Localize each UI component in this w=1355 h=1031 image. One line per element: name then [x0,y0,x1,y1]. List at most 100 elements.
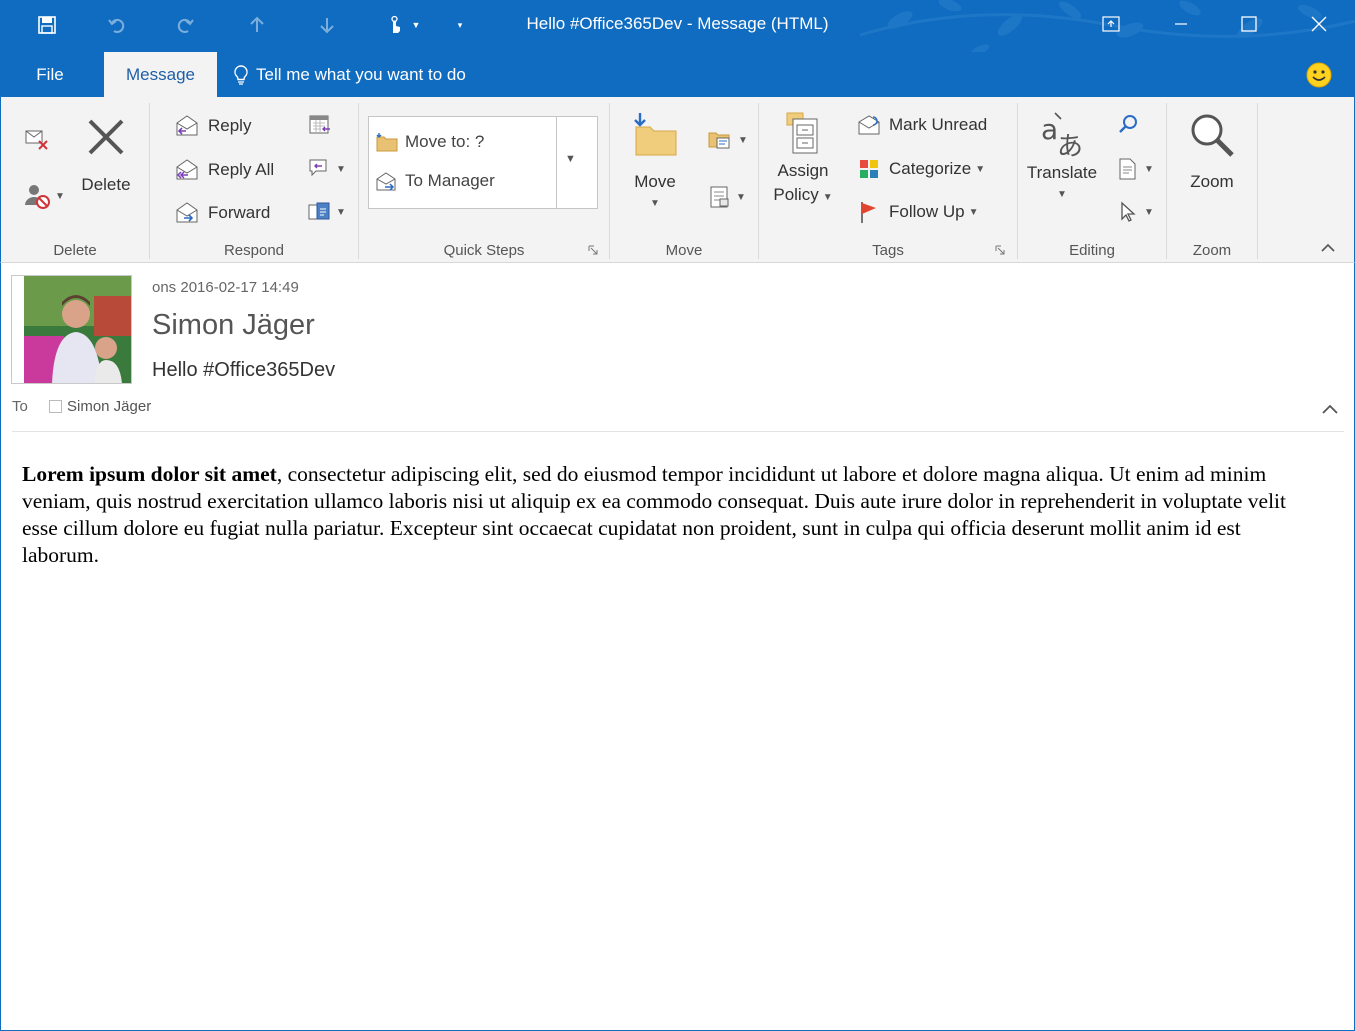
reply-all-label: Reply All [208,160,275,179]
body-paragraph: Lorem ipsum dolor sit amet, consectetur … [22,461,1322,569]
translate-icon: aあ [1041,112,1083,159]
mail-forward-icon [376,172,396,191]
follow-up-button[interactable]: Follow Up ▼ [857,200,979,224]
reply-all-icon [176,159,198,180]
group-delete: ▼ Delete Delete [1,97,149,263]
ignore-button[interactable] [23,125,51,153]
chevron-down-icon: ▼ [55,190,65,202]
reply-all-button[interactable]: Reply All [174,157,274,183]
flag-icon [861,202,876,223]
window-title: Hello #Office365Dev - Message (HTML) [526,14,829,33]
maximize-icon[interactable] [1226,0,1272,48]
tab-file[interactable]: File [0,52,100,97]
ribbon: ▼ Delete Delete Reply Reply All Forward … [0,97,1355,263]
tab-message[interactable]: Message [104,52,217,97]
tell-me-label: Tell me what you want to do [256,64,466,84]
ribbon-display-options-icon[interactable] [1088,0,1134,48]
follow-up-label: Follow Up [889,202,965,221]
more-respond-button[interactable]: ▼ [308,200,346,224]
chevron-down-icon: ▼ [968,206,979,218]
smiley-feedback-icon[interactable] [1306,62,1332,88]
recipient-name[interactable]: Simon Jäger [67,398,151,415]
close-icon[interactable] [1296,0,1342,48]
move-label: Move [634,172,676,191]
delete-x-icon [88,119,124,155]
actions-button[interactable]: ▼ [708,185,746,209]
minimize-icon[interactable] [1158,0,1204,48]
ignore-icon [25,130,48,150]
quick-step-move-to[interactable]: Move to: ? [375,131,484,153]
reply-button[interactable]: Reply [174,113,251,139]
contact-photo[interactable] [11,275,132,384]
chevron-down-icon: ▼ [975,163,986,175]
related-button[interactable]: ▼ [1116,157,1154,181]
message-body: Lorem ipsum dolor sit amet, consectetur … [0,433,1355,1031]
chevron-down-icon: ▼ [822,192,833,203]
more-respond-icon [308,202,330,220]
group-tags: Assign Policy ▼ Mark Unread Categorize ▼ … [759,97,1017,263]
delete-label: Delete [81,175,131,194]
im-button[interactable]: ▼ [308,157,346,181]
assign-policy-icon [786,112,818,154]
assign-policy-label-text: Policy [773,185,819,204]
move-button[interactable]: Move ▼ [626,111,684,209]
sent-date: ons 2016-02-17 14:49 [152,279,299,296]
rules-button[interactable]: ▼ [708,129,748,151]
collapse-ribbon-icon[interactable] [1321,243,1335,253]
junk-button[interactable]: ▼ [23,181,65,211]
chevron-down-icon: ▼ [1144,206,1154,218]
quick-step-to-manager[interactable]: To Manager [375,170,495,192]
translate-button[interactable]: aあ Translate ▼ [1026,109,1098,200]
group-label-move: Move [665,242,703,259]
quick-step-label: Move to: ? [405,132,485,151]
chevron-down-icon: ▼ [650,198,660,209]
cursor-select-icon [1121,201,1136,222]
to-label: To [12,398,28,415]
mark-unread-button[interactable]: Mark Unread [857,113,987,137]
quick-step-label: To Manager [405,171,495,190]
chevron-down-icon: ▼ [336,206,346,218]
separator [556,117,557,208]
tell-me-search[interactable]: Tell me what you want to do [232,52,466,97]
move-folder-icon [634,113,677,156]
folder-move-icon [376,133,398,152]
body-bold-text: Lorem ipsum dolor sit amet [22,462,277,486]
translate-label: Translate [1026,163,1098,182]
divider [12,431,1344,432]
assign-policy-button[interactable]: Assign Policy ▼ [769,107,837,210]
group-label-zoom: Zoom [1192,242,1232,259]
group-zoom: Zoom Zoom [1167,97,1257,263]
chevron-down-icon: ▼ [1057,189,1067,200]
categorize-button[interactable]: Categorize ▼ [857,157,985,181]
categorize-icon [860,160,878,178]
group-respond: Reply Reply All Forward ▼ ▼ Respond [150,97,358,263]
group-label-respond: Respond [223,242,285,259]
group-label-tags: Tags [872,242,904,259]
dialog-launcher-icon[interactable] [995,245,1005,255]
delete-button[interactable]: Delete [77,113,135,195]
message-header: ons 2016-02-17 14:49 Simon Jäger Hello #… [0,263,1355,433]
select-button[interactable]: ▼ [1116,200,1154,224]
chevron-down-icon: ▼ [736,191,746,203]
quick-steps-more-icon[interactable]: ▼ [565,153,576,165]
group-label-delete: Delete [53,242,97,259]
zoom-button[interactable]: Zoom [1181,111,1243,192]
lightbulb-icon [234,64,248,85]
search-icon [1119,115,1137,133]
forward-button[interactable]: Forward [174,200,270,226]
block-sender-icon [25,185,50,209]
meeting-button[interactable] [308,113,332,137]
ribbon-tab-row: File Message Tell me what you want to do [0,52,1355,97]
assign-policy-label-line2: Policy ▼ [773,183,832,210]
related-icon [1119,158,1136,180]
chevron-down-icon: ▼ [738,134,748,146]
message-subject: Hello #Office365Dev [152,359,336,381]
collapse-header-icon[interactable] [1321,403,1339,415]
sender-name[interactable]: Simon Jäger [152,309,315,342]
dialog-launcher-icon[interactable] [588,245,598,255]
rules-icon [708,132,730,149]
chevron-down-icon: ▼ [1144,163,1154,175]
find-button[interactable] [1116,113,1140,137]
forward-icon [176,202,198,223]
svg-text:あ: あ [1057,132,1083,159]
